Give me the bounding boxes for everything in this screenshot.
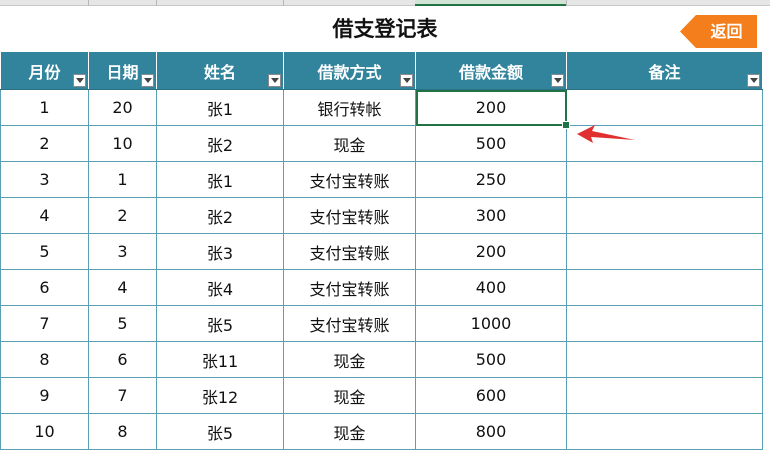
cell-month[interactable]: 5 [0, 233, 89, 270]
cell-day[interactable]: 5 [88, 305, 157, 342]
table-row: 3 1 张1 支付宝转账 250 [0, 161, 763, 198]
cell-remark[interactable] [566, 233, 763, 270]
cell-amount[interactable]: 300 [415, 197, 567, 234]
cell-day[interactable]: 10 [88, 125, 157, 162]
cell-name[interactable]: 张12 [156, 377, 284, 414]
table-row: 1 20 张1 银行转帐 200 [0, 89, 763, 129]
col-header-remark: 备注 [566, 52, 763, 90]
table-row: 4 2 张2 支付宝转账 300 [0, 197, 763, 234]
cell-amount[interactable]: 1000 [415, 305, 567, 342]
cell-remark[interactable] [566, 269, 763, 306]
cell-method[interactable]: 支付宝转账 [283, 197, 416, 234]
cell-day[interactable]: 1 [88, 161, 157, 198]
table-row: 8 6 张11 现金 500 [0, 341, 763, 378]
cell-amount[interactable]: 200 [415, 233, 567, 270]
cell-month[interactable]: 3 [0, 161, 89, 198]
cell-name[interactable]: 张3 [156, 233, 284, 270]
cell-month[interactable]: 2 [0, 125, 89, 162]
cell-month[interactable]: 1 [0, 89, 89, 126]
cell-day[interactable]: 20 [88, 89, 157, 126]
cell-day[interactable]: 3 [88, 233, 157, 270]
filter-dropdown-icon[interactable] [268, 74, 281, 87]
cell-day[interactable]: 2 [88, 197, 157, 234]
filter-dropdown-icon[interactable] [551, 74, 564, 87]
cell-name[interactable]: 张1 [156, 161, 284, 198]
cell-day[interactable]: 4 [88, 269, 157, 306]
back-button[interactable]: 返回 [680, 15, 757, 48]
cell-month[interactable]: 9 [0, 377, 89, 414]
cell-remark[interactable] [566, 305, 763, 342]
table-row: 10 8 张5 现金 800 [0, 413, 763, 450]
cell-amount[interactable]: 250 [415, 161, 567, 198]
table-row: 2 10 张2 现金 500 [0, 125, 763, 162]
cell-method[interactable]: 现金 [283, 125, 416, 162]
cell-amount[interactable]: 600 [415, 377, 567, 414]
cell-month[interactable]: 6 [0, 269, 89, 306]
cell-name[interactable]: 张1 [156, 89, 284, 126]
col-header-name: 姓名 [156, 52, 284, 90]
cell-method[interactable]: 现金 [283, 377, 416, 414]
table-body: 1 20 张1 银行转帐 200 2 10 张2 现金 500 3 1 张1 支付宝转账 250 4 2 张2 支付… [0, 89, 763, 450]
filter-dropdown-icon[interactable] [141, 74, 154, 87]
cell-method[interactable]: 支付宝转账 [283, 233, 416, 270]
filter-dropdown-icon[interactable] [400, 74, 413, 87]
cell-amount[interactable]: 800 [415, 413, 567, 450]
cell-month[interactable]: 10 [0, 413, 89, 450]
cell-remark[interactable] [566, 197, 763, 234]
cell-name[interactable]: 张2 [156, 125, 284, 162]
col-header-method: 借款方式 [283, 52, 416, 90]
cell-day[interactable]: 8 [88, 413, 157, 450]
cell-name[interactable]: 张11 [156, 341, 284, 378]
table-row: 5 3 张3 支付宝转账 200 [0, 233, 763, 270]
cell-remark[interactable] [566, 413, 763, 450]
cell-method[interactable]: 现金 [283, 413, 416, 450]
fill-handle[interactable] [562, 121, 570, 129]
cell-remark[interactable] [566, 377, 763, 414]
col-header-month: 月份 [0, 52, 89, 90]
cell-month[interactable]: 8 [0, 341, 89, 378]
cell-name[interactable]: 张2 [156, 197, 284, 234]
cell-name[interactable]: 张5 [156, 305, 284, 342]
back-button-label: 返回 [710, 22, 743, 41]
filter-dropdown-icon[interactable] [747, 74, 760, 87]
cell-method[interactable]: 银行转帐 [283, 89, 416, 126]
cell-method[interactable]: 支付宝转账 [283, 305, 416, 342]
cell-name[interactable]: 张5 [156, 413, 284, 450]
col-header-day: 日期 [88, 52, 157, 90]
cell-month[interactable]: 7 [0, 305, 89, 342]
table-row: 9 7 张12 现金 600 [0, 377, 763, 414]
cell-method[interactable]: 支付宝转账 [283, 269, 416, 306]
cell-method[interactable]: 现金 [283, 341, 416, 378]
cell-method[interactable]: 支付宝转账 [283, 161, 416, 198]
cell-amount[interactable]: 400 [415, 269, 567, 306]
cell-amount[interactable]: 200 [415, 89, 570, 129]
cell-name[interactable]: 张4 [156, 269, 284, 306]
cell-remark[interactable] [566, 89, 763, 126]
cell-month[interactable]: 4 [0, 197, 89, 234]
cell-remark[interactable] [566, 161, 763, 198]
page-title: 借支登记表 [332, 17, 438, 41]
cell-day[interactable]: 7 [88, 377, 157, 414]
cell-amount[interactable]: 500 [415, 341, 567, 378]
col-header-amount: 借款金额 [415, 52, 567, 90]
cell-remark[interactable] [566, 341, 763, 378]
table-row: 6 4 张4 支付宝转账 400 [0, 269, 763, 306]
loan-table: 月份 日期 姓名 借款方式 借款金额 备注 1 20 张1 银行转帐 200 2 10 张2 现… [0, 52, 763, 450]
cell-day[interactable]: 6 [88, 341, 157, 378]
cell-amount[interactable]: 500 [415, 125, 567, 162]
red-arrow-icon [577, 125, 635, 143]
table-row: 7 5 张5 支付宝转账 1000 [0, 305, 763, 342]
filter-dropdown-icon[interactable] [73, 74, 86, 87]
